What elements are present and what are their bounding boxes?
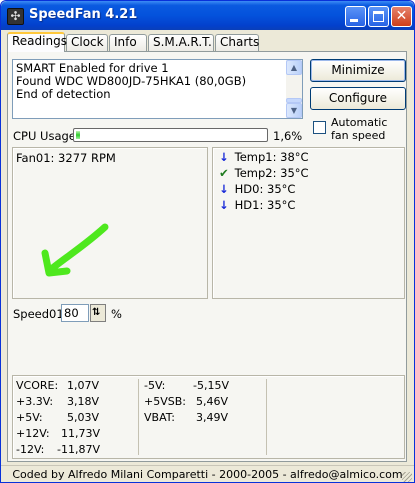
voltage-value: 1,07V <box>67 379 100 392</box>
arrow-down-icon: ↓ <box>219 150 229 164</box>
temp-value: 35°C <box>267 182 296 196</box>
voltage-value: 11,73V <box>61 427 101 440</box>
minimize-window-button[interactable] <box>345 6 366 27</box>
cpu-usage-label: CPU Usage <box>13 129 76 143</box>
voltage-value: 5,46V <box>196 395 229 408</box>
cpu-usage-fill <box>76 131 80 139</box>
temp-value: 38°C <box>280 150 309 164</box>
tab-readings[interactable]: Readings <box>7 32 67 52</box>
close-icon: ✕ <box>395 8 408 24</box>
temp-name: Temp2: <box>234 166 277 180</box>
voltage-name: +3.3V: <box>16 395 54 408</box>
window-title: SpeedFan 4.21 <box>29 7 138 22</box>
tab-smart[interactable]: S.M.A.R.T. <box>148 34 214 51</box>
temp-name: Temp1: <box>234 150 277 164</box>
configure-button[interactable]: Configure <box>310 87 406 110</box>
spinner-arrows-icon: ⇅ <box>92 307 101 318</box>
cpu-usage-bar <box>73 128 268 142</box>
log-line: SMART Enabled for drive 1 <box>16 61 169 75</box>
auto-fan-checkbox[interactable] <box>313 121 326 134</box>
speed-input[interactable]: 80 <box>61 304 89 322</box>
minimize-button[interactable]: Minimize <box>310 59 406 82</box>
log-line: Found WDC WD800JD-75HKA1 (80,0GB) <box>16 74 247 88</box>
temp-name: HD0: <box>234 182 264 196</box>
voltage-name: -5V: <box>144 379 166 392</box>
annotation-arrow-icon <box>41 223 109 277</box>
scroll-down-icon[interactable]: ▼ <box>286 103 302 118</box>
cpu-usage-value: 1,6% <box>273 129 303 143</box>
temp-row: ↓ Temp1: 38°C <box>217 150 309 166</box>
voltage-divider <box>266 379 267 455</box>
scroll-up-icon[interactable]: ▲ <box>286 60 302 75</box>
maximize-icon <box>373 11 384 22</box>
voltage-name: +5V: <box>16 411 43 424</box>
temp-row: ✔ Temp2: 35°C <box>217 166 309 182</box>
tab-clock[interactable]: Clock <box>66 34 108 51</box>
minimize-icon <box>350 19 358 22</box>
auto-fan-label: Automatic fan speed <box>331 116 388 142</box>
speed-label: Speed01: <box>13 307 68 321</box>
fan-reading: Fan01: 3277 RPM <box>16 151 116 165</box>
status-bar: Coded by Alfredo Milani Comparetti - 200… <box>1 465 414 482</box>
temp-value: 35°C <box>280 166 309 180</box>
arrow-down-icon: ↓ <box>219 182 229 196</box>
tab-charts[interactable]: Charts <box>215 34 259 51</box>
log-textbox[interactable]: SMART Enabled for drive 1 Found WDC WD80… <box>12 59 303 119</box>
voltage-value: 3,18V <box>67 395 100 408</box>
voltage-value: -5,15V <box>193 379 229 392</box>
voltage-value: 5,03V <box>67 411 100 424</box>
voltage-value: -11,87V <box>57 443 100 456</box>
check-icon: ✔ <box>219 166 229 180</box>
voltage-name: VCORE: <box>16 379 59 392</box>
voltage-name: +12V: <box>16 427 50 440</box>
speed-unit: % <box>111 307 122 321</box>
tab-info[interactable]: Info <box>109 34 147 51</box>
temp-name: HD1: <box>234 198 264 212</box>
title-bar[interactable]: ✣ SpeedFan 4.21 ✕ <box>1 1 414 30</box>
temp-row: ↓ HD1: 35°C <box>217 198 295 214</box>
voltage-name: +5VSB: <box>144 395 186 408</box>
close-window-button[interactable]: ✕ <box>391 6 412 27</box>
speedfan-window: ✣ SpeedFan 4.21 ✕ Readings Clock Info S.… <box>0 0 415 483</box>
fan-app-icon[interactable]: ✣ <box>7 8 24 25</box>
log-scrollbar[interactable]: ▲ ▼ <box>286 60 302 118</box>
log-line: End of detection <box>16 87 111 101</box>
voltage-name: -12V: <box>16 443 45 456</box>
temp-row: ↓ HD0: 35°C <box>217 182 295 198</box>
resize-grip-icon[interactable] <box>402 472 412 482</box>
voltage-divider <box>138 379 139 455</box>
voltage-name: VBAT: <box>144 411 175 424</box>
speed-spinner[interactable]: ⇅ <box>90 304 106 322</box>
maximize-window-button[interactable] <box>368 6 389 27</box>
status-text: Coded by Alfredo Milani Comparetti - 200… <box>12 468 403 481</box>
arrow-down-icon: ↓ <box>219 198 229 212</box>
voltage-value: 3,49V <box>196 411 229 424</box>
temp-value: 35°C <box>267 198 296 212</box>
